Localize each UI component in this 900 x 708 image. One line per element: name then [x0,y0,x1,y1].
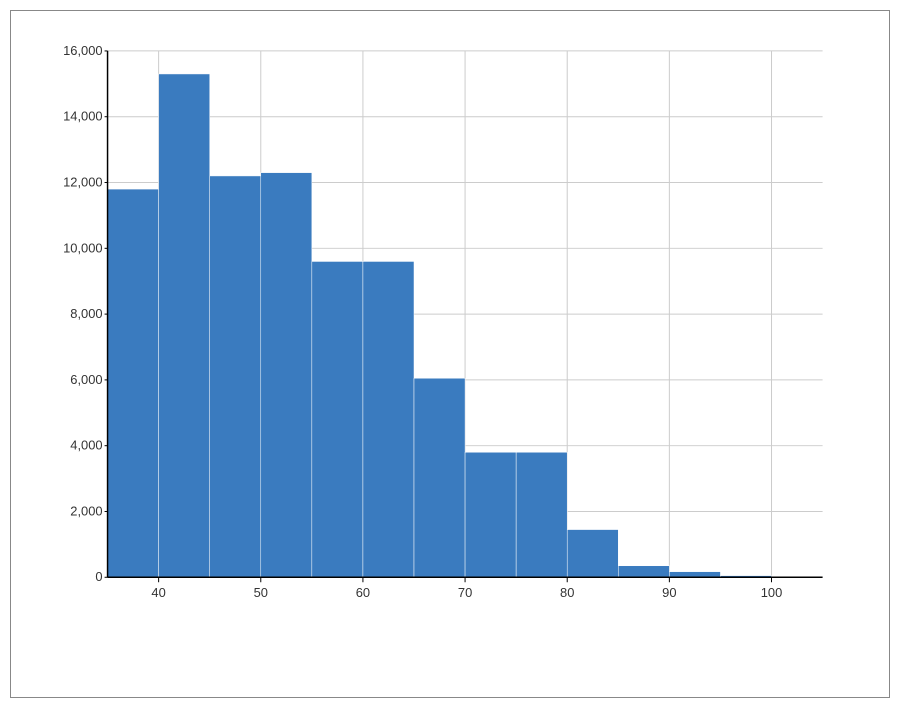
svg-text:80: 80 [560,585,574,600]
svg-text:50: 50 [254,585,268,600]
svg-text:8,000: 8,000 [70,306,102,321]
svg-text:40: 40 [151,585,165,600]
svg-text:10,000: 10,000 [63,240,102,255]
svg-text:60: 60 [356,585,370,600]
svg-text:100: 100 [761,585,783,600]
chart-container: 0 2,000 4,000 6,000 8,000 10,000 12,000 14,000 1… [10,10,890,698]
svg-text:6,000: 6,000 [70,372,102,387]
svg-text:90: 90 [662,585,676,600]
svg-text:2,000: 2,000 [70,503,102,518]
chart-area: 02,0004,0006,0008,00010,00012,00014,0001… [81,41,869,617]
svg-text:4,000: 4,000 [70,438,102,453]
svg-text:12,000: 12,000 [63,174,102,189]
svg-text:0: 0 [95,569,102,584]
svg-text:14,000: 14,000 [63,109,102,124]
svg-text:70: 70 [458,585,472,600]
histogram-svg: 02,0004,0006,0008,00010,00012,00014,0001… [81,41,869,617]
svg-text:16,000: 16,000 [63,43,102,58]
